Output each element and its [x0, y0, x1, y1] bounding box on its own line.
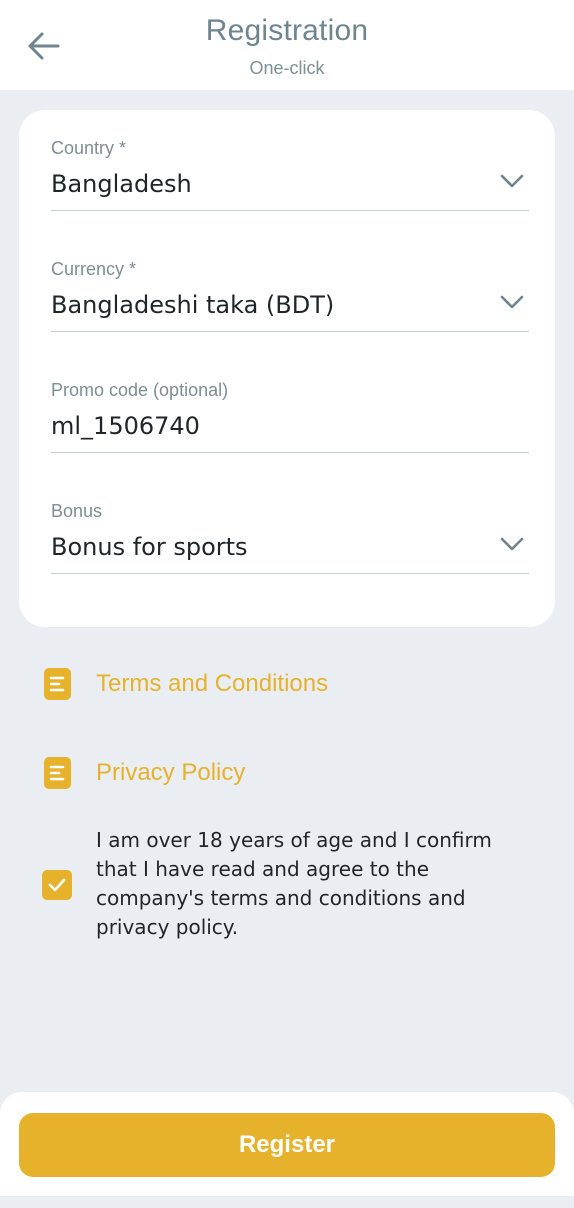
- currency-select[interactable]: Currency * Bangladeshi taka (BDT): [51, 231, 529, 332]
- page-subtitle: One-click: [249, 58, 325, 78]
- footer-bar: Register: [0, 1092, 574, 1196]
- currency-value: Bangladeshi taka (BDT): [51, 291, 335, 319]
- bonus-label: Bonus: [51, 501, 103, 521]
- country-value: Bangladesh: [51, 170, 192, 198]
- consent-text: I am over 18 years of age and I confirm …: [96, 828, 492, 939]
- country-label: Country *: [51, 138, 127, 158]
- register-button[interactable]: Register: [19, 1113, 555, 1177]
- terms-link-label: Terms and Conditions: [96, 670, 329, 697]
- promo-code-label: Promo code (optional): [51, 380, 229, 400]
- chevron-down-icon: [500, 174, 524, 188]
- document-icon: [44, 668, 71, 700]
- bonus-select[interactable]: Bonus Bonus for sports: [51, 473, 529, 574]
- promo-code-value[interactable]: ml_1506740: [51, 412, 200, 440]
- document-icon: [44, 757, 71, 789]
- chevron-down-icon: [500, 295, 524, 309]
- country-select[interactable]: Country * Bangladesh: [51, 110, 529, 211]
- promo-code-field[interactable]: Promo code (optional) ml_1506740: [51, 352, 529, 453]
- chevron-down-icon: [500, 537, 524, 551]
- privacy-link[interactable]: Privacy Policy: [44, 755, 245, 791]
- bonus-value: Bonus for sports: [51, 533, 248, 561]
- registration-form-card: Country * Bangladesh Currency * Banglade…: [19, 110, 555, 627]
- currency-label: Currency *: [51, 259, 137, 279]
- consent-checkbox[interactable]: [42, 870, 72, 900]
- terms-link[interactable]: Terms and Conditions: [44, 666, 328, 702]
- header-bar: Registration One-click: [0, 0, 574, 90]
- privacy-link-label: Privacy Policy: [96, 759, 246, 786]
- checkmark-icon: [48, 878, 66, 892]
- page-title: Registration: [205, 14, 369, 47]
